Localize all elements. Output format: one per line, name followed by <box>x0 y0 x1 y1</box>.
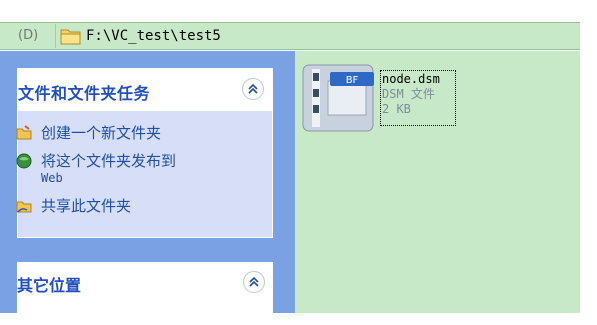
file-type: DSM 文件 <box>382 87 435 101</box>
address-field[interactable]: F:\VC_test\test5 <box>55 24 580 48</box>
dsm-file-icon[interactable]: BF <box>300 63 376 137</box>
file-badge: BF <box>346 75 359 86</box>
file-size: 2 KB <box>382 102 411 116</box>
panel-title: 其它位置 <box>17 276 82 295</box>
task-label: 将这个文件夹发布到 <box>41 152 177 170</box>
publish-web-icon <box>16 153 32 169</box>
file-folder-tasks-panel: 文件和文件夹任务 创建一个新文件夹 将这个文件夹发布到 Web 共享此文件夹 <box>16 68 273 238</box>
new-folder-icon <box>16 125 32 140</box>
file-name: node.dsm <box>382 72 440 86</box>
address-path: F:\VC_test\test5 <box>86 28 221 44</box>
file-list-area[interactable]: BF node.dsm DSM 文件 2 KB <box>295 51 580 313</box>
task-label: 创建一个新文件夹 <box>41 124 162 142</box>
collapse-button[interactable] <box>243 271 265 293</box>
task-share-folder[interactable]: 共享此文件夹 <box>16 197 132 216</box>
task-label: 共享此文件夹 <box>41 197 132 215</box>
panel-title: 文件和文件夹任务 <box>18 84 151 103</box>
address-bar: (D) F:\VC_test\test5 <box>0 22 580 50</box>
task-new-folder[interactable]: 创建一个新文件夹 <box>16 124 162 143</box>
panel-header[interactable]: 文件和文件夹任务 <box>18 69 272 111</box>
other-places-panel[interactable]: 其它位置 <box>17 262 273 313</box>
chevron-up-icon <box>249 276 259 287</box>
collapse-button[interactable] <box>242 78 264 100</box>
chevron-up-icon <box>248 83 258 94</box>
task-sub-label: Web <box>41 171 63 185</box>
task-publish-web[interactable]: 将这个文件夹发布到 Web <box>16 152 177 185</box>
file-item-label[interactable]: node.dsm DSM 文件 2 KB <box>380 70 456 126</box>
folder-icon <box>60 27 82 49</box>
share-folder-icon <box>16 201 32 213</box>
address-label: (D) <box>18 28 39 43</box>
